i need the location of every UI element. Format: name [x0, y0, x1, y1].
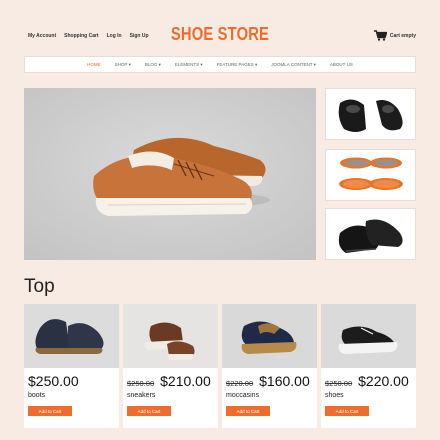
product-image[interactable]: [222, 304, 317, 368]
nav-feature-pages[interactable]: FEATURE PAGES ▾: [217, 62, 258, 68]
product-image[interactable]: [321, 304, 416, 368]
product-card-moccasins[interactable]: $220.00 $160.00 moccasins Add to Cart: [222, 304, 317, 428]
hero-banner[interactable]: [24, 88, 316, 260]
price-group: $250.00: [28, 373, 79, 389]
cart-widget[interactable]: Cart empty: [373, 30, 416, 41]
sneakers-image: [123, 304, 218, 368]
product-card-boots[interactable]: $250.00 boots Add to Cart: [24, 304, 119, 428]
add-to-cart-button[interactable]: Add to Cart: [325, 406, 369, 416]
hero-shoe-image: [24, 88, 316, 260]
main-nav: HOME SHOP ▾ BLOG ▾ ELEMENTS ▾ FEATURE PA…: [24, 56, 416, 73]
product-price: $210.00: [160, 373, 211, 389]
nav-joomla-content[interactable]: JOOMLA CONTENT ▾: [271, 62, 316, 68]
section-title: Top: [24, 276, 55, 297]
add-to-cart-button[interactable]: Add to Cart: [127, 406, 171, 416]
moccasins-image: [222, 304, 317, 368]
original-price: $250.00: [325, 379, 353, 388]
store-logo[interactable]: SHOE STORE: [40, 24, 401, 45]
product-price: $220.00: [358, 373, 409, 389]
price-group: $220.00 $160.00: [226, 373, 310, 389]
nav-elements[interactable]: ELEMENTS ▾: [175, 62, 203, 68]
black-loafers-image: [338, 99, 403, 132]
product-price: $160.00: [259, 373, 310, 389]
featured-thumb-1[interactable]: [325, 88, 416, 140]
product-card-shoes[interactable]: $250.00 $220.00 shoes Add to Cart: [321, 304, 416, 428]
shopping-cart-icon: [373, 30, 387, 41]
add-to-cart-button[interactable]: Add to Cart: [226, 406, 270, 416]
price-group: $250.00 $220.00: [325, 373, 409, 389]
nav-blog[interactable]: BLOG ▾: [145, 62, 161, 68]
shoes-image: [321, 304, 416, 368]
boots-image: [24, 304, 119, 368]
add-to-cart-button[interactable]: Add to Cart: [28, 406, 72, 416]
product-image[interactable]: [24, 304, 119, 368]
product-name[interactable]: boots: [28, 392, 45, 399]
featured-thumb-3[interactable]: [325, 208, 416, 260]
original-price: $220.00: [226, 379, 254, 388]
nav-shop[interactable]: SHOP ▾: [115, 62, 131, 68]
black-oxfords-image: [338, 219, 403, 253]
product-name[interactable]: shoes: [325, 392, 344, 399]
cart-status-text: Cart empty: [389, 32, 416, 39]
nav-home[interactable]: HOME: [87, 62, 101, 67]
product-price: $250.00: [28, 373, 79, 389]
price-group: $250.00 $210.00: [127, 373, 211, 389]
nav-about-us[interactable]: ABOUT US: [330, 62, 353, 67]
orange-sole-shoes-image: [339, 157, 403, 190]
product-name[interactable]: moccasins: [226, 392, 259, 399]
product-card-sneakers[interactable]: $250.00 $210.00 sneakers Add to Cart: [123, 304, 218, 428]
product-image[interactable]: [123, 304, 218, 368]
product-name[interactable]: sneakers: [127, 392, 155, 399]
original-price: $250.00: [127, 379, 155, 388]
featured-thumb-2[interactable]: [325, 149, 416, 201]
